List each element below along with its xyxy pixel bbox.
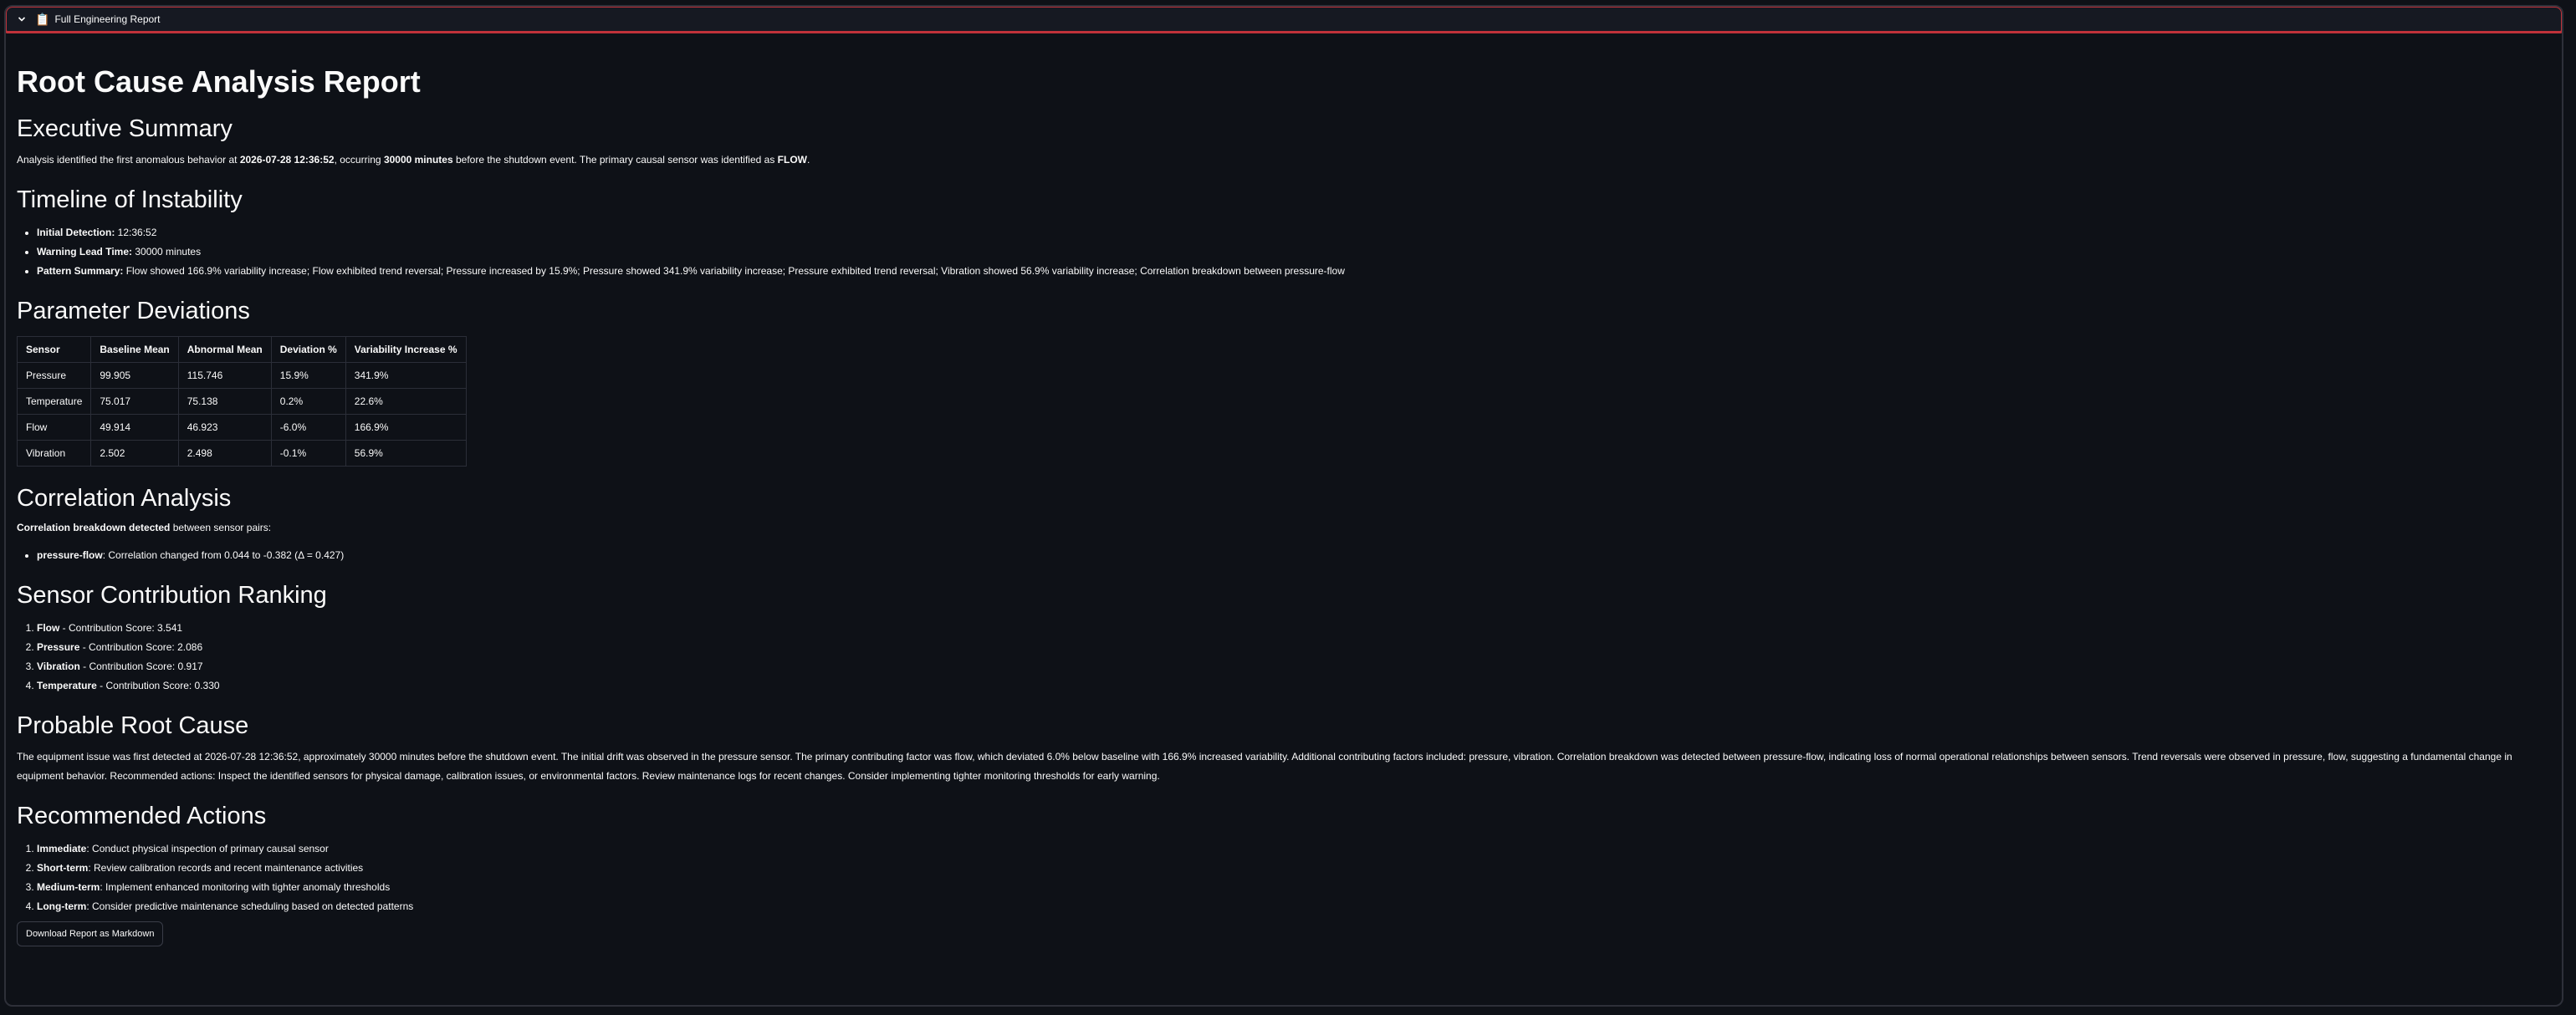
table-row: Flow 49.914 46.923 -6.0% 166.9% bbox=[16, 414, 467, 441]
correlation-intro: Correlation breakdown detected between s… bbox=[17, 522, 272, 533]
table-cell: -0.1% bbox=[270, 440, 346, 467]
timeline-heading: Timeline of Instability bbox=[17, 186, 243, 213]
actions-list: Immediate: Conduct physical inspection o… bbox=[17, 839, 2562, 916]
table-row: Vibration 2.502 2.498 -0.1% 56.9% bbox=[16, 440, 467, 467]
expander-header[interactable]: 📋 Full Engineering Report bbox=[6, 7, 2562, 33]
list-item: Vibration - Contribution Score: 0.917 bbox=[37, 657, 2562, 676]
lead-time: 30000 minutes bbox=[383, 154, 453, 166]
table-cell: 0.2% bbox=[270, 388, 346, 415]
list-item: Pressure - Contribution Score: 2.086 bbox=[37, 638, 2562, 657]
list-item: Long-term: Consider predictive maintenan… bbox=[37, 897, 2562, 916]
correlation-heading: Correlation Analysis bbox=[17, 485, 232, 512]
table-cell: Flow bbox=[16, 414, 92, 441]
table-cell: 22.6% bbox=[345, 388, 467, 415]
deviations-table: Sensor Baseline Mean Abnormal Mean Devia… bbox=[16, 336, 467, 467]
table-cell: 46.923 bbox=[177, 414, 272, 441]
executive-summary-heading: Executive Summary bbox=[17, 115, 233, 142]
deviations-heading: Parameter Deviations bbox=[17, 298, 250, 324]
table-cell: 2.498 bbox=[177, 440, 272, 467]
list-item: Medium-term: Implement enhanced monitori… bbox=[37, 878, 2562, 897]
table-cell: 99.905 bbox=[90, 362, 179, 389]
table-cell: 75.017 bbox=[90, 388, 179, 415]
root-cause-text: The equipment issue was first detected a… bbox=[17, 751, 2512, 782]
list-item: Short-term: Review calibration records a… bbox=[37, 859, 2562, 878]
table-cell: 2.502 bbox=[90, 440, 179, 467]
list-item: Initial Detection: 12:36:52 bbox=[37, 223, 2562, 242]
column-header: Variability Increase % bbox=[345, 336, 467, 363]
report-content: Root Cause Analysis Report Executive Sum… bbox=[6, 64, 2562, 946]
table-cell: 15.9% bbox=[270, 362, 346, 389]
table-row: Temperature 75.017 75.138 0.2% 22.6% bbox=[16, 388, 467, 415]
timeline-list: Initial Detection: 12:36:52 Warning Lead… bbox=[17, 223, 2562, 281]
list-item: Warning Lead Time: 30000 minutes bbox=[37, 242, 2562, 262]
actions-heading: Recommended Actions bbox=[17, 803, 267, 829]
table-cell: Pressure bbox=[16, 362, 92, 389]
report-expander: 📋 Full Engineering Report Root Cause Ana… bbox=[4, 5, 2563, 1007]
table-cell: Vibration bbox=[16, 440, 92, 467]
table-cell: -6.0% bbox=[270, 414, 346, 441]
column-header: Deviation % bbox=[270, 336, 346, 363]
list-item: pressure-flow: Correlation changed from … bbox=[37, 546, 2562, 565]
list-item: Flow - Contribution Score: 3.541 bbox=[37, 619, 2562, 638]
column-header: Baseline Mean bbox=[90, 336, 179, 363]
table-cell: 166.9% bbox=[345, 414, 467, 441]
correlation-list: pressure-flow: Correlation changed from … bbox=[17, 546, 2562, 565]
report-title: Root Cause Analysis Report bbox=[17, 64, 421, 99]
table-cell: 341.9% bbox=[345, 362, 467, 389]
table-cell: 49.914 bbox=[90, 414, 179, 441]
list-item: Temperature - Contribution Score: 0.330 bbox=[37, 676, 2562, 696]
detect-time: 2026-07-28 12:36:52 bbox=[239, 154, 335, 166]
ranking-list: Flow - Contribution Score: 3.541 Pressur… bbox=[17, 619, 2562, 696]
list-item: Pattern Summary: Flow showed 166.9% vari… bbox=[37, 262, 2562, 281]
column-header: Sensor bbox=[16, 336, 92, 363]
chevron-down-icon[interactable] bbox=[15, 13, 28, 26]
clipboard-icon: 📋 bbox=[35, 12, 50, 26]
ranking-heading: Sensor Contribution Ranking bbox=[17, 582, 327, 609]
column-header: Abnormal Mean bbox=[177, 336, 272, 363]
table-cell: 56.9% bbox=[345, 440, 467, 467]
table-cell: 75.138 bbox=[177, 388, 272, 415]
root-cause-heading: Probable Root Cause bbox=[17, 712, 249, 739]
executive-summary-text: Analysis identified the first anomalous … bbox=[17, 154, 810, 166]
causal-sensor: FLOW bbox=[777, 154, 807, 166]
table-row: Pressure 99.905 115.746 15.9% 341.9% bbox=[16, 362, 467, 389]
table-header-row: Sensor Baseline Mean Abnormal Mean Devia… bbox=[16, 336, 467, 363]
table-cell: Temperature bbox=[16, 388, 92, 415]
expander-label: Full Engineering Report bbox=[54, 13, 161, 25]
table-cell: 115.746 bbox=[177, 362, 272, 389]
list-item: Immediate: Conduct physical inspection o… bbox=[37, 839, 2562, 859]
download-report-button[interactable]: Download Report as Markdown bbox=[17, 921, 164, 946]
